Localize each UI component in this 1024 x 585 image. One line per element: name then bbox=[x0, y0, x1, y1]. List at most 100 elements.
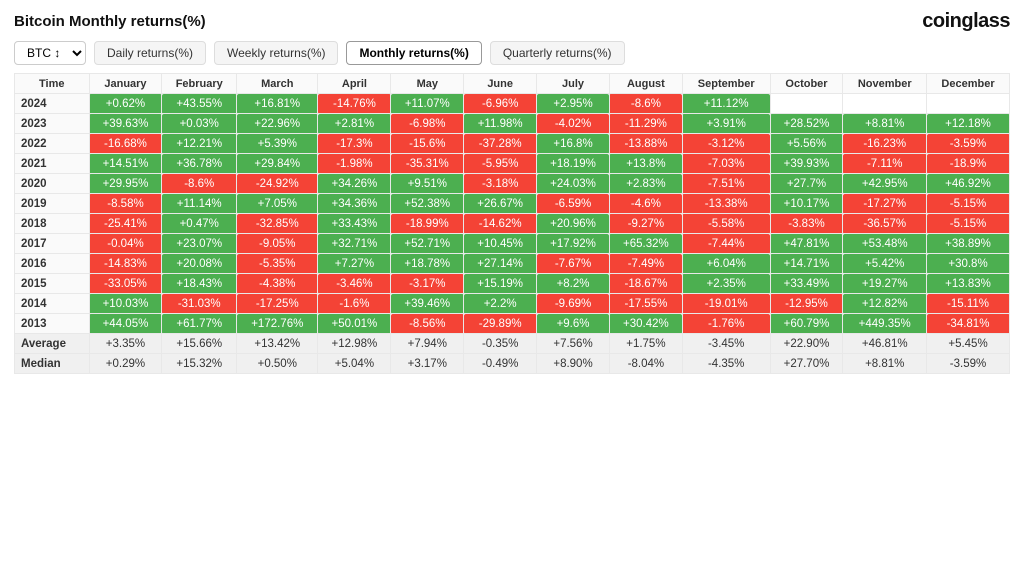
data-cell: -37.28% bbox=[464, 134, 537, 154]
data-cell: -9.69% bbox=[537, 294, 610, 314]
col-aug: August bbox=[609, 74, 682, 94]
data-cell: -18.9% bbox=[927, 154, 1010, 174]
data-cell: +2.2% bbox=[464, 294, 537, 314]
data-cell: -12.95% bbox=[770, 294, 843, 314]
data-cell: +12.21% bbox=[162, 134, 237, 154]
median-cell: +8.81% bbox=[843, 354, 927, 374]
data-cell: +10.17% bbox=[770, 194, 843, 214]
table-row: 2024+0.62%+43.55%+16.81%-14.76%+11.07%-6… bbox=[15, 94, 1010, 114]
data-cell: +2.81% bbox=[318, 114, 391, 134]
col-apr: April bbox=[318, 74, 391, 94]
tab-weekly[interactable]: Weekly returns(%) bbox=[214, 41, 338, 65]
data-cell: +43.55% bbox=[162, 94, 237, 114]
data-cell: +36.78% bbox=[162, 154, 237, 174]
year-cell: 2017 bbox=[15, 234, 90, 254]
data-cell: +12.18% bbox=[927, 114, 1010, 134]
data-cell: +30.42% bbox=[609, 314, 682, 334]
data-cell: +53.48% bbox=[843, 234, 927, 254]
data-cell: +2.95% bbox=[537, 94, 610, 114]
data-cell: +8.2% bbox=[537, 274, 610, 294]
data-cell: +28.52% bbox=[770, 114, 843, 134]
data-cell: +8.81% bbox=[843, 114, 927, 134]
data-cell: -15.11% bbox=[927, 294, 1010, 314]
data-cell: +13.8% bbox=[609, 154, 682, 174]
col-mar: March bbox=[237, 74, 318, 94]
year-cell: 2022 bbox=[15, 134, 90, 154]
data-cell: +11.14% bbox=[162, 194, 237, 214]
median-cell: +5.04% bbox=[318, 354, 391, 374]
table-row: 2021+14.51%+36.78%+29.84%-1.98%-35.31%-5… bbox=[15, 154, 1010, 174]
returns-table: Time January February March April May Ju… bbox=[14, 73, 1010, 374]
data-cell: +10.03% bbox=[89, 294, 162, 314]
data-cell: +11.07% bbox=[391, 94, 464, 114]
data-cell: -7.44% bbox=[682, 234, 770, 254]
median-row: Median+0.29%+15.32%+0.50%+5.04%+3.17%-0.… bbox=[15, 354, 1010, 374]
data-cell: +27.14% bbox=[464, 254, 537, 274]
average-cell: +15.66% bbox=[162, 334, 237, 354]
data-cell: +39.63% bbox=[89, 114, 162, 134]
col-feb: February bbox=[162, 74, 237, 94]
median-cell: -3.59% bbox=[927, 354, 1010, 374]
data-cell: -6.98% bbox=[391, 114, 464, 134]
data-cell: -3.46% bbox=[318, 274, 391, 294]
col-time: Time bbox=[15, 74, 90, 94]
data-cell: +39.46% bbox=[391, 294, 464, 314]
average-cell: +3.35% bbox=[89, 334, 162, 354]
data-cell: +0.47% bbox=[162, 214, 237, 234]
data-cell: -1.6% bbox=[318, 294, 391, 314]
data-cell: -32.85% bbox=[237, 214, 318, 234]
data-cell bbox=[770, 94, 843, 114]
data-cell: -7.49% bbox=[609, 254, 682, 274]
data-cell: +15.19% bbox=[464, 274, 537, 294]
data-cell: +47.81% bbox=[770, 234, 843, 254]
data-cell: +449.35% bbox=[843, 314, 927, 334]
table-row: 2022-16.68%+12.21%+5.39%-17.3%-15.6%-37.… bbox=[15, 134, 1010, 154]
data-cell: +20.96% bbox=[537, 214, 610, 234]
data-cell: +39.93% bbox=[770, 154, 843, 174]
table-header-row: Time January February March April May Ju… bbox=[15, 74, 1010, 94]
tab-daily[interactable]: Daily returns(%) bbox=[94, 41, 206, 65]
tab-monthly[interactable]: Monthly returns(%) bbox=[346, 41, 481, 65]
data-cell: -4.02% bbox=[537, 114, 610, 134]
data-cell: -18.67% bbox=[609, 274, 682, 294]
page-title: Bitcoin Monthly returns(%) bbox=[14, 13, 206, 30]
data-cell: -4.6% bbox=[609, 194, 682, 214]
data-cell: -33.05% bbox=[89, 274, 162, 294]
data-cell: +42.95% bbox=[843, 174, 927, 194]
data-cell: -3.83% bbox=[770, 214, 843, 234]
average-row: Average+3.35%+15.66%+13.42%+12.98%+7.94%… bbox=[15, 334, 1010, 354]
year-cell: 2018 bbox=[15, 214, 90, 234]
median-cell: -4.35% bbox=[682, 354, 770, 374]
data-cell: +27.7% bbox=[770, 174, 843, 194]
data-cell: -5.95% bbox=[464, 154, 537, 174]
data-cell: -0.04% bbox=[89, 234, 162, 254]
year-cell: 2015 bbox=[15, 274, 90, 294]
average-cell: +5.45% bbox=[927, 334, 1010, 354]
data-cell: +0.62% bbox=[89, 94, 162, 114]
data-cell: +33.43% bbox=[318, 214, 391, 234]
col-oct: October bbox=[770, 74, 843, 94]
col-jun: June bbox=[464, 74, 537, 94]
data-cell: -24.92% bbox=[237, 174, 318, 194]
year-cell: 2014 bbox=[15, 294, 90, 314]
asset-selector[interactable]: BTC ↕ bbox=[14, 41, 86, 65]
data-cell: +0.03% bbox=[162, 114, 237, 134]
data-cell: -31.03% bbox=[162, 294, 237, 314]
average-cell: -0.35% bbox=[464, 334, 537, 354]
data-cell: -17.25% bbox=[237, 294, 318, 314]
data-cell bbox=[843, 94, 927, 114]
data-cell: +52.38% bbox=[391, 194, 464, 214]
data-cell: +11.98% bbox=[464, 114, 537, 134]
data-cell: +14.51% bbox=[89, 154, 162, 174]
data-cell: -8.56% bbox=[391, 314, 464, 334]
table-row: 2019-8.58%+11.14%+7.05%+34.36%+52.38%+26… bbox=[15, 194, 1010, 214]
data-cell: -7.67% bbox=[537, 254, 610, 274]
data-cell: -1.98% bbox=[318, 154, 391, 174]
data-cell: +18.43% bbox=[162, 274, 237, 294]
median-cell: +0.29% bbox=[89, 354, 162, 374]
data-cell: +60.79% bbox=[770, 314, 843, 334]
tab-quarterly[interactable]: Quarterly returns(%) bbox=[490, 41, 625, 65]
data-cell: +50.01% bbox=[318, 314, 391, 334]
data-cell: -7.03% bbox=[682, 154, 770, 174]
data-cell: -16.23% bbox=[843, 134, 927, 154]
